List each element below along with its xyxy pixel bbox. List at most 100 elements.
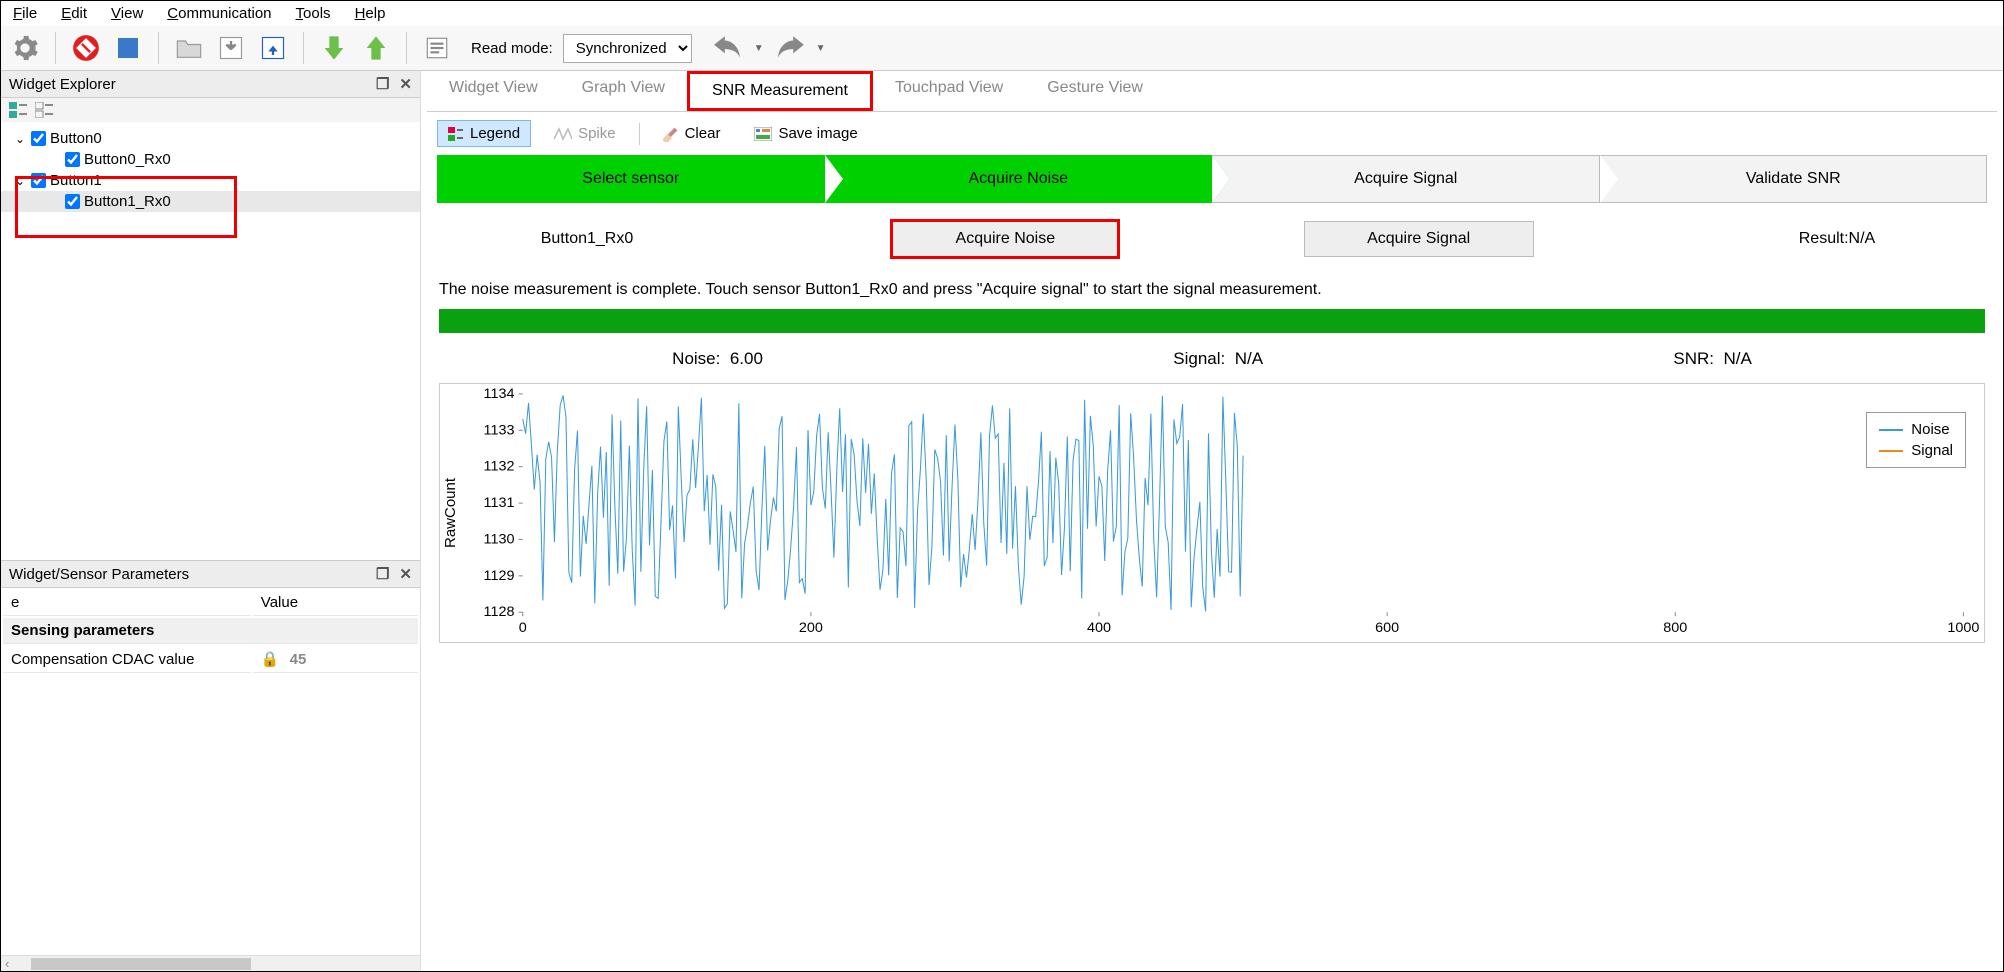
svg-text:1131: 1131: [484, 494, 515, 510]
tab-graph-view[interactable]: Graph View: [560, 71, 687, 111]
params-title: Widget/Sensor Parameters: [9, 566, 189, 583]
horizontal-scrollbar[interactable]: ‹: [1, 955, 420, 971]
content-toolbar: Legend Spike Clear Save image: [427, 112, 1997, 155]
menu-tools[interactable]: Tools: [296, 5, 331, 22]
chart-legend: Noise Signal: [1866, 412, 1966, 468]
menu-view[interactable]: View: [111, 5, 143, 22]
save-image-label: Save image: [778, 125, 857, 142]
open-folder-icon[interactable]: [173, 32, 205, 64]
menu-help[interactable]: Help: [355, 5, 386, 22]
arrow-up-green-icon[interactable]: [360, 32, 392, 64]
arrow-down-green-icon[interactable]: [318, 32, 350, 64]
chart-container: RawCount 1128112911301131113211331134020…: [439, 383, 1985, 643]
menu-bar: FFileile Edit View Communication Tools H…: [1, 1, 2003, 26]
menu-file[interactable]: FFileile: [13, 5, 37, 22]
clear-button[interactable]: Clear: [652, 120, 732, 147]
restore-icon[interactable]: ❐: [376, 75, 389, 93]
param-group-label: Sensing parameters: [3, 618, 418, 644]
close-icon[interactable]: ✕: [399, 75, 412, 93]
undo-dropdown-icon[interactable]: ▼: [754, 43, 764, 54]
param-group-row[interactable]: Sensing parameters: [3, 618, 418, 644]
widget-explorer-header: Widget Explorer ❐ ✕: [1, 71, 420, 98]
svg-text:1000: 1000: [1947, 619, 1979, 635]
progress-bar: [439, 309, 1985, 333]
tree-label: Button1_Rx0: [84, 193, 171, 210]
svg-text:1128: 1128: [484, 603, 515, 619]
gear-icon[interactable]: [9, 32, 41, 64]
legend-button[interactable]: Legend: [437, 120, 531, 147]
disconnect-icon[interactable]: [70, 32, 102, 64]
tab-touchpad-view[interactable]: Touchpad View: [873, 71, 1025, 111]
col-name[interactable]: e: [3, 590, 251, 616]
svg-text:1132: 1132: [484, 458, 515, 474]
close-icon[interactable]: ✕: [399, 565, 412, 583]
save-image-button[interactable]: Save image: [743, 120, 868, 147]
tab-gesture-view[interactable]: Gesture View: [1025, 71, 1165, 111]
tree-label: Button1: [50, 172, 102, 189]
chart-plot-area[interactable]: 1128112911301131113211331134020040060080…: [461, 384, 1984, 642]
tree-item-button0-rx0[interactable]: Button0_Rx0: [1, 149, 420, 170]
checkbox-button1[interactable]: [31, 173, 46, 188]
uncheck-all-icon[interactable]: [35, 102, 55, 118]
redo-dropdown-icon[interactable]: ▼: [816, 43, 826, 54]
collapse-icon[interactable]: ⌄: [13, 174, 27, 188]
svg-text:1129: 1129: [484, 567, 515, 583]
menu-edit[interactable]: Edit: [61, 5, 87, 22]
metrics-row: Noise: 6.00 Signal: N/A SNR: N/A: [427, 343, 1997, 383]
collapse-icon[interactable]: ⌄: [13, 132, 27, 146]
step-acquire-noise: Acquire Noise: [825, 155, 1213, 203]
redo-icon[interactable]: [774, 32, 806, 64]
signal-metric: Signal: N/A: [1173, 349, 1263, 369]
check-all-icon[interactable]: [9, 102, 29, 118]
step-validate-snr: Validate SNR: [1600, 155, 1988, 203]
view-tabs: Widget View Graph View SNR Measurement T…: [427, 71, 1997, 112]
download-icon[interactable]: [215, 32, 247, 64]
action-row: Button1_Rx0 Acquire Noise Acquire Signal…: [427, 203, 1997, 275]
main-toolbar: Read mode: Synchronized ▼ ▼: [1, 26, 2003, 71]
spike-button[interactable]: Spike: [543, 120, 627, 147]
step-label: Select sensor: [582, 170, 679, 188]
tree-item-button0[interactable]: ⌄ Button0: [1, 128, 420, 149]
params-header: Widget/Sensor Parameters ❐ ✕: [1, 561, 420, 588]
checkbox-button0[interactable]: [31, 131, 46, 146]
acquire-noise-button[interactable]: Acquire Noise: [890, 219, 1120, 259]
menu-communication[interactable]: Communication: [167, 5, 271, 22]
step-indicator: Select sensor Acquire Noise Acquire Sign…: [427, 155, 1997, 203]
tree-item-button1[interactable]: ⌄ Button1: [1, 170, 420, 191]
svg-text:200: 200: [799, 619, 823, 635]
param-row[interactable]: Compensation CDAC value 🔒 45: [3, 646, 418, 673]
tree-item-button1-rx0[interactable]: Button1_Rx0: [1, 191, 420, 212]
scroll-left-icon[interactable]: ‹: [1, 956, 13, 971]
legend-signal: Signal: [1879, 440, 1953, 461]
step-acquire-signal: Acquire Signal: [1212, 155, 1600, 203]
status-message: The noise measurement is complete. Touch…: [427, 275, 1997, 305]
col-value[interactable]: Value: [253, 590, 418, 616]
svg-text:400: 400: [1087, 619, 1111, 635]
checkbox-button1-rx0[interactable]: [65, 194, 80, 209]
svg-text:0: 0: [519, 619, 527, 635]
tree-label: Button0_Rx0: [84, 151, 171, 168]
spike-label: Spike: [578, 125, 616, 142]
selected-sensor-label: Button1_Rx0: [467, 230, 707, 248]
scrollbar-thumb[interactable]: [31, 958, 251, 970]
lock-icon: 🔒: [261, 651, 280, 668]
svg-text:1133: 1133: [484, 422, 515, 438]
checkbox-button0-rx0[interactable]: [65, 152, 80, 167]
step-label: Acquire Signal: [1354, 170, 1457, 188]
step-label: Validate SNR: [1746, 170, 1841, 188]
read-mode-select[interactable]: Synchronized: [563, 34, 692, 63]
upload-icon[interactable]: [257, 32, 289, 64]
chart-y-axis-label: RawCount: [440, 384, 461, 642]
svg-text:1134: 1134: [484, 385, 515, 401]
restore-icon[interactable]: ❐: [376, 565, 389, 583]
document-icon[interactable]: [421, 32, 453, 64]
acquire-signal-button[interactable]: Acquire Signal: [1304, 221, 1534, 257]
tab-snr-measurement[interactable]: SNR Measurement: [687, 71, 873, 111]
undo-icon[interactable]: [712, 32, 744, 64]
legend-noise: Noise: [1879, 419, 1953, 440]
param-value-cell: 🔒 45: [253, 646, 418, 673]
snr-metric: SNR: N/A: [1673, 349, 1751, 369]
tab-widget-view[interactable]: Widget View: [427, 71, 560, 111]
legend-label: Legend: [470, 125, 520, 142]
stop-icon[interactable]: [112, 32, 144, 64]
